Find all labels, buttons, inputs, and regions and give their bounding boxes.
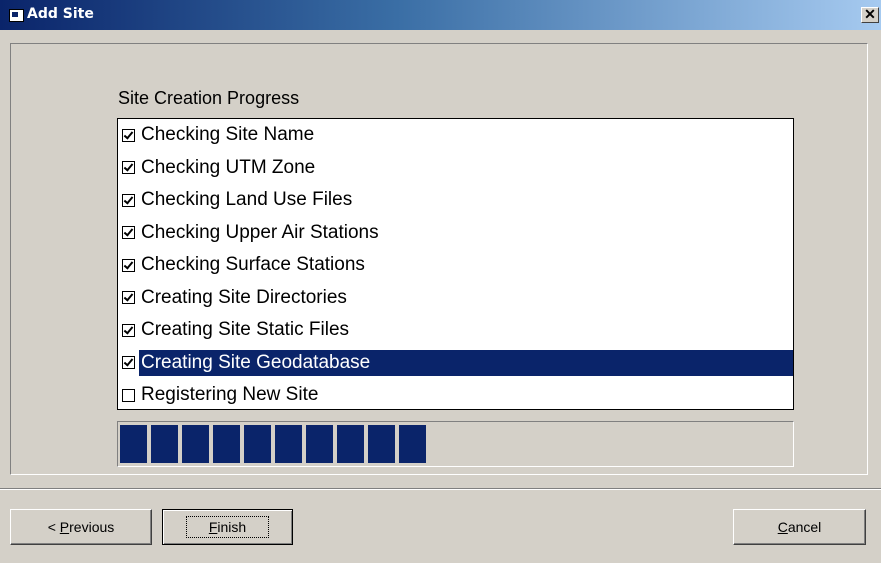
checkbox-checked[interactable]	[122, 226, 135, 240]
checkbox-unchecked[interactable]	[122, 388, 135, 402]
list-item[interactable]: Checking Surface Stations	[118, 249, 793, 282]
group-label: Site Creation Progress	[118, 88, 300, 108]
window-title: Add Site	[27, 6, 94, 22]
list-item[interactable]: Checking Land Use Files	[118, 184, 793, 217]
progress-block	[368, 425, 395, 463]
list-item[interactable]: Creating Site Directories	[118, 282, 793, 315]
checkbox-checked[interactable]	[122, 161, 135, 175]
previous-button[interactable]: < Previous	[10, 509, 152, 545]
app-icon	[9, 9, 24, 22]
list-item-label: Checking UTM Zone	[141, 156, 316, 178]
progress-block	[120, 425, 147, 463]
checkbox-checked[interactable]	[122, 193, 135, 207]
progress-block	[213, 425, 240, 463]
progress-block	[306, 425, 333, 463]
list-item-label: Creating Site Directories	[141, 286, 347, 308]
progress-block	[399, 425, 426, 463]
cancel-label: Cancel	[777, 519, 822, 535]
list-item[interactable]: Checking Site Name	[118, 119, 793, 152]
list-item[interactable]: Creating Site Static Files	[118, 314, 793, 347]
list-item[interactable]: Checking UTM Zone	[118, 152, 793, 185]
list-item[interactable]: Checking Upper Air Stations	[118, 217, 793, 250]
list-item-label: Checking Upper Air Stations	[141, 221, 379, 243]
checkbox-checked[interactable]	[122, 258, 135, 272]
list-item-label: Checking Land Use Files	[141, 189, 353, 211]
close-button[interactable]: ✕	[861, 7, 879, 23]
separator	[0, 488, 881, 490]
list-item[interactable]: Registering New Site	[118, 379, 793, 409]
checkbox-checked[interactable]	[122, 323, 135, 337]
progress-block	[275, 425, 302, 463]
close-icon: ✕	[864, 6, 876, 22]
progress-bar	[117, 421, 794, 467]
checkbox-checked[interactable]	[122, 128, 135, 142]
finish-button[interactable]: Finish	[162, 509, 293, 545]
checkbox-checked[interactable]	[122, 291, 135, 305]
progress-block	[151, 425, 178, 463]
list-item-label: Creating Site Geodatabase	[139, 349, 793, 376]
add-site-dialog: Add Site ✕ Site Creation Progress Checki…	[0, 0, 881, 563]
list-item[interactable]: Creating Site Geodatabase	[118, 347, 793, 380]
progress-block	[182, 425, 209, 463]
list-item-label: Creating Site Static Files	[141, 319, 350, 341]
cancel-button[interactable]: Cancel	[733, 509, 866, 545]
list-item-label: Checking Site Name	[141, 124, 315, 146]
title-bar[interactable]: Add Site ✕	[0, 0, 881, 30]
list-item-label: Registering New Site	[141, 384, 319, 406]
progress-block	[337, 425, 364, 463]
progress-checklist[interactable]: Checking Site Name Checking UTM Zone Check…	[117, 118, 794, 410]
checkbox-checked[interactable]	[122, 356, 135, 370]
list-item-label: Checking Surface Stations	[141, 254, 365, 276]
previous-label: < Previous	[47, 519, 115, 535]
finish-label: Finish	[185, 516, 270, 538]
progress-block	[244, 425, 271, 463]
